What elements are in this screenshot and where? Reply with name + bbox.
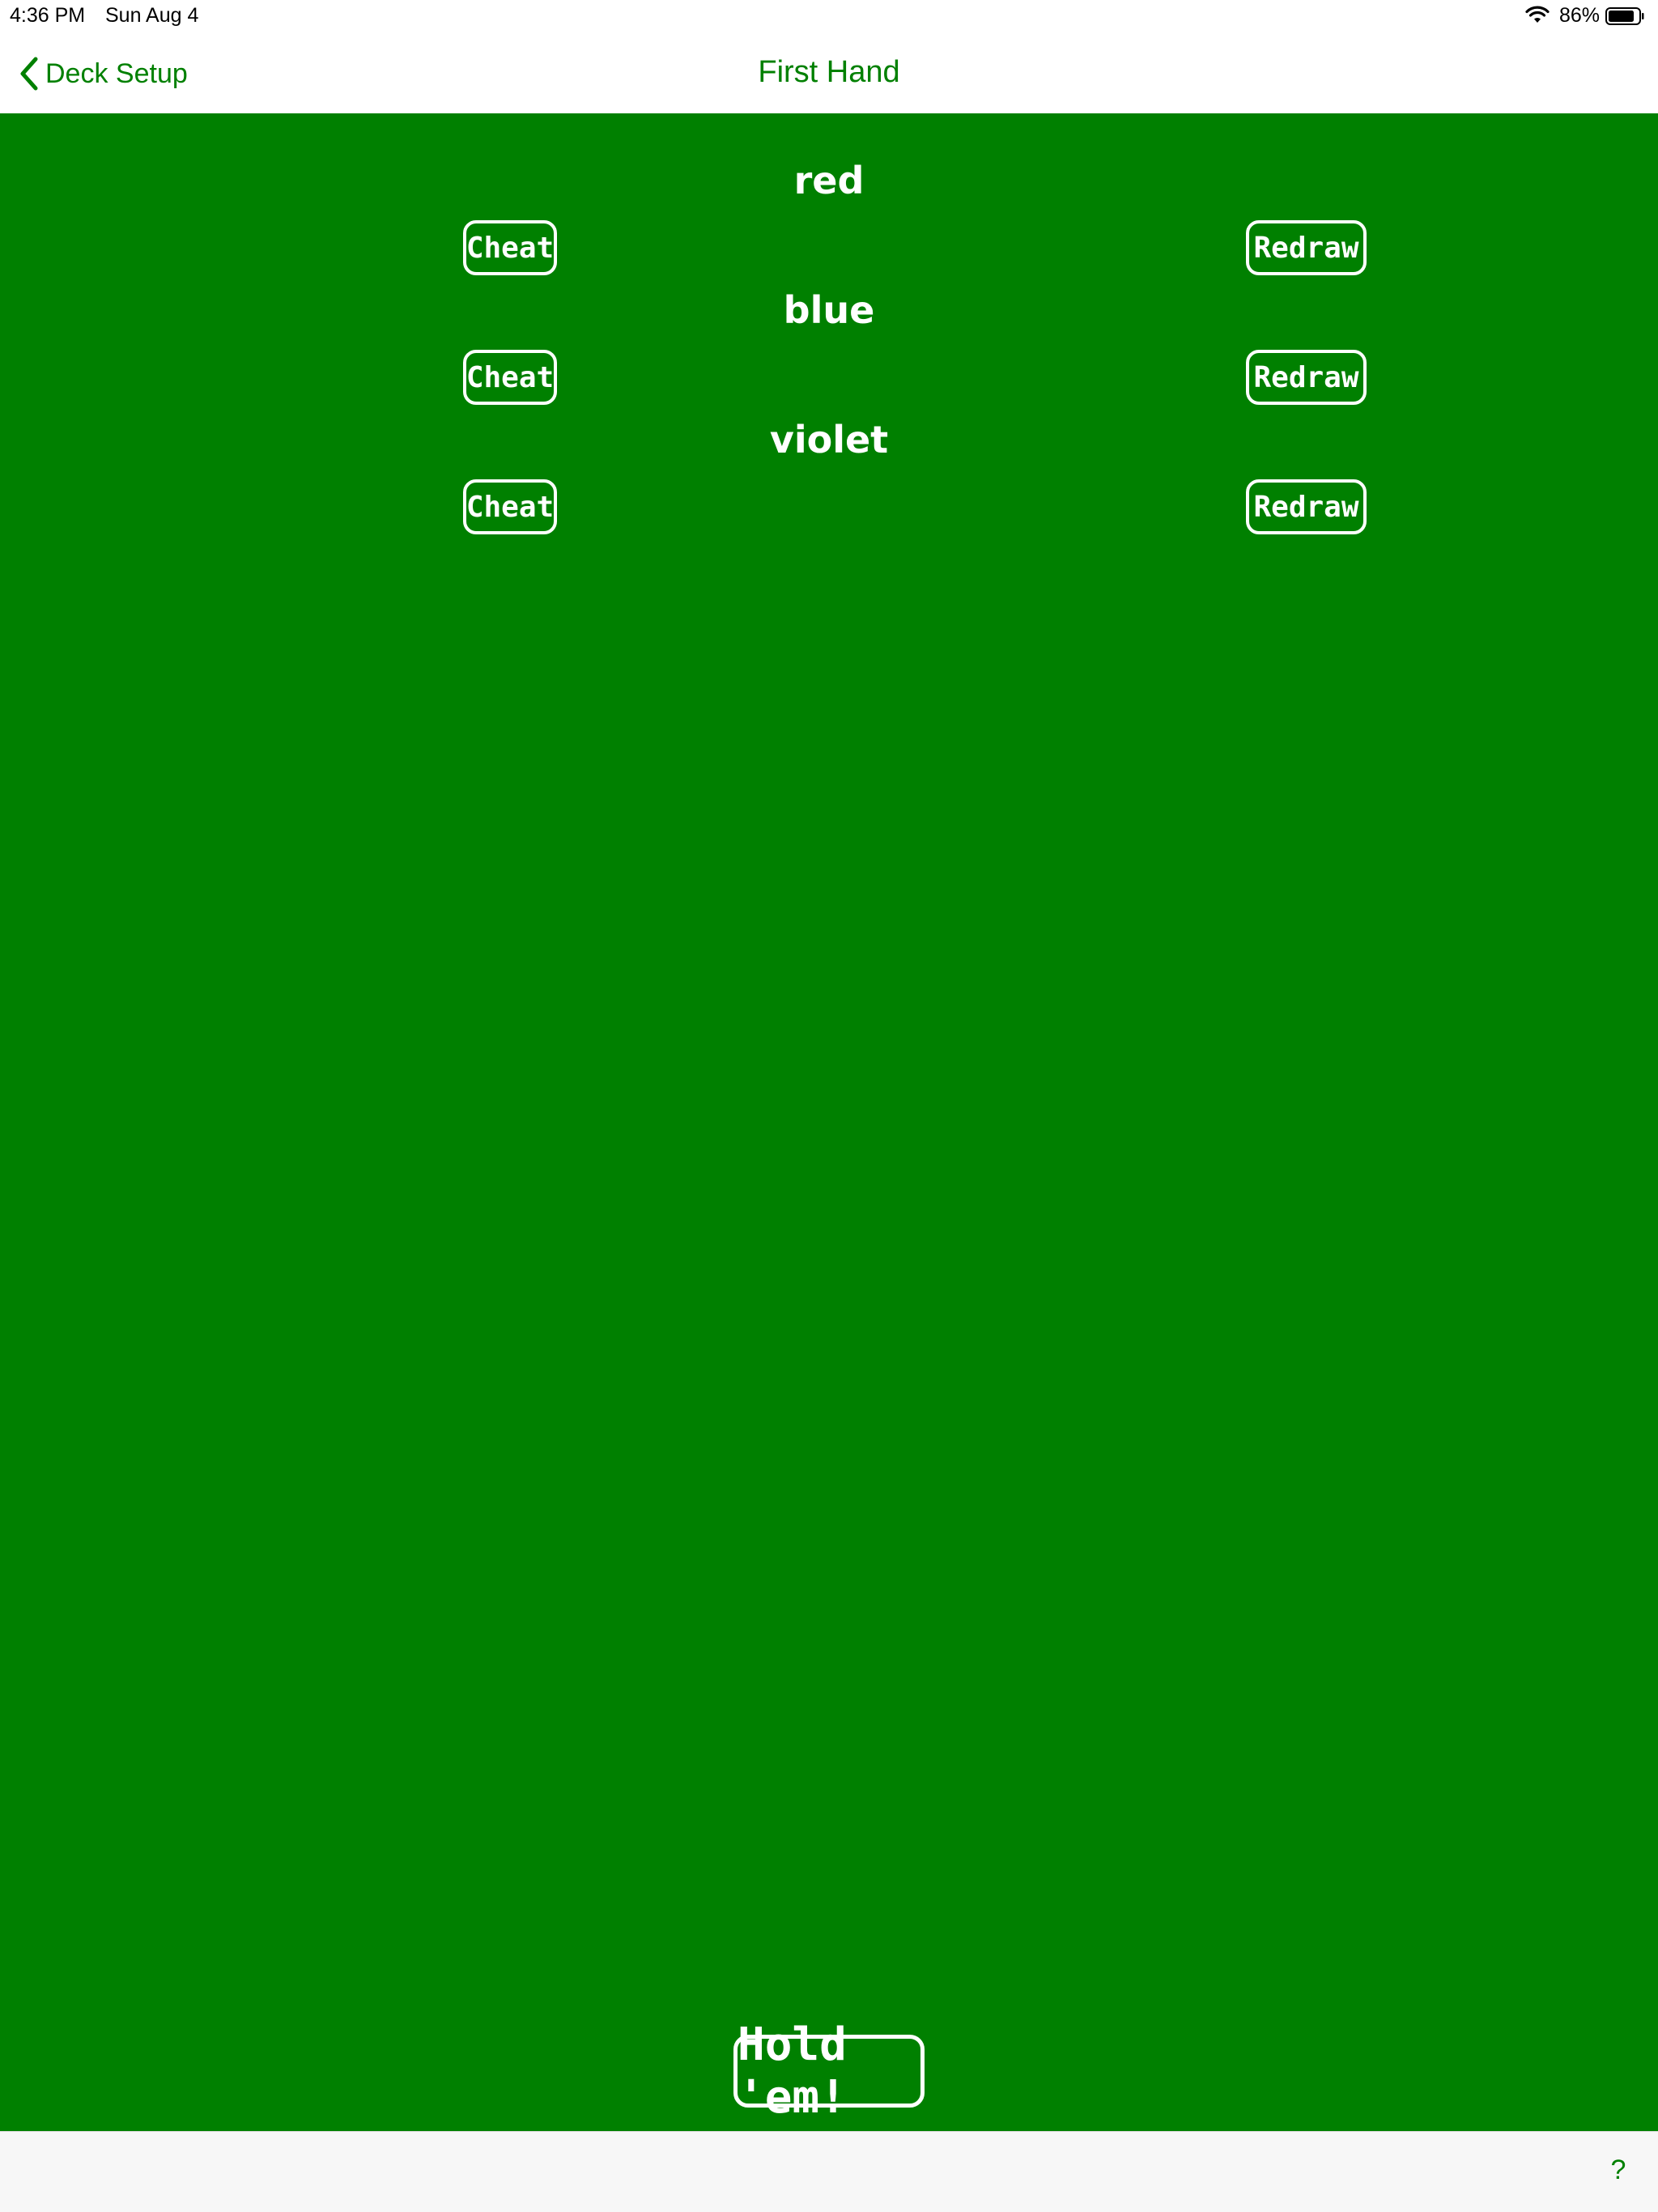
- status-date: Sun Aug 4: [105, 4, 199, 27]
- status-time: 4:36 PM: [10, 4, 86, 27]
- cheat-button-violet[interactable]: Cheat: [463, 479, 557, 534]
- status-bar: 4:36 PM Sun Aug 4 86%: [0, 0, 1658, 32]
- wifi-icon: [1525, 6, 1550, 25]
- card-label-blue: blue: [783, 288, 875, 332]
- cheat-button-red[interactable]: Cheat: [463, 220, 557, 275]
- battery-percent: 86%: [1559, 4, 1601, 27]
- navigation-bar: Deck Setup First Hand: [0, 32, 1658, 114]
- card-label-red: red: [793, 159, 865, 202]
- screen: 4:36 PM Sun Aug 4 86% Deck Setup First H…: [0, 0, 1658, 2212]
- battery-icon: [1605, 7, 1644, 25]
- page-title: First Hand: [758, 55, 900, 89]
- table-area: red Cheat Redraw blue Cheat Redraw viole…: [0, 113, 1658, 2131]
- redraw-button-blue[interactable]: Redraw: [1246, 350, 1367, 405]
- bottom-toolbar: ?: [0, 2131, 1658, 2212]
- hold-em-button[interactable]: Hold 'em!: [733, 2018, 925, 2124]
- redraw-button-red[interactable]: Redraw: [1246, 220, 1367, 275]
- card-label-violet: violet: [769, 418, 889, 462]
- redraw-button-violet[interactable]: Redraw: [1246, 479, 1367, 534]
- cheat-button-blue[interactable]: Cheat: [463, 350, 557, 405]
- help-button[interactable]: ?: [1606, 2155, 1630, 2187]
